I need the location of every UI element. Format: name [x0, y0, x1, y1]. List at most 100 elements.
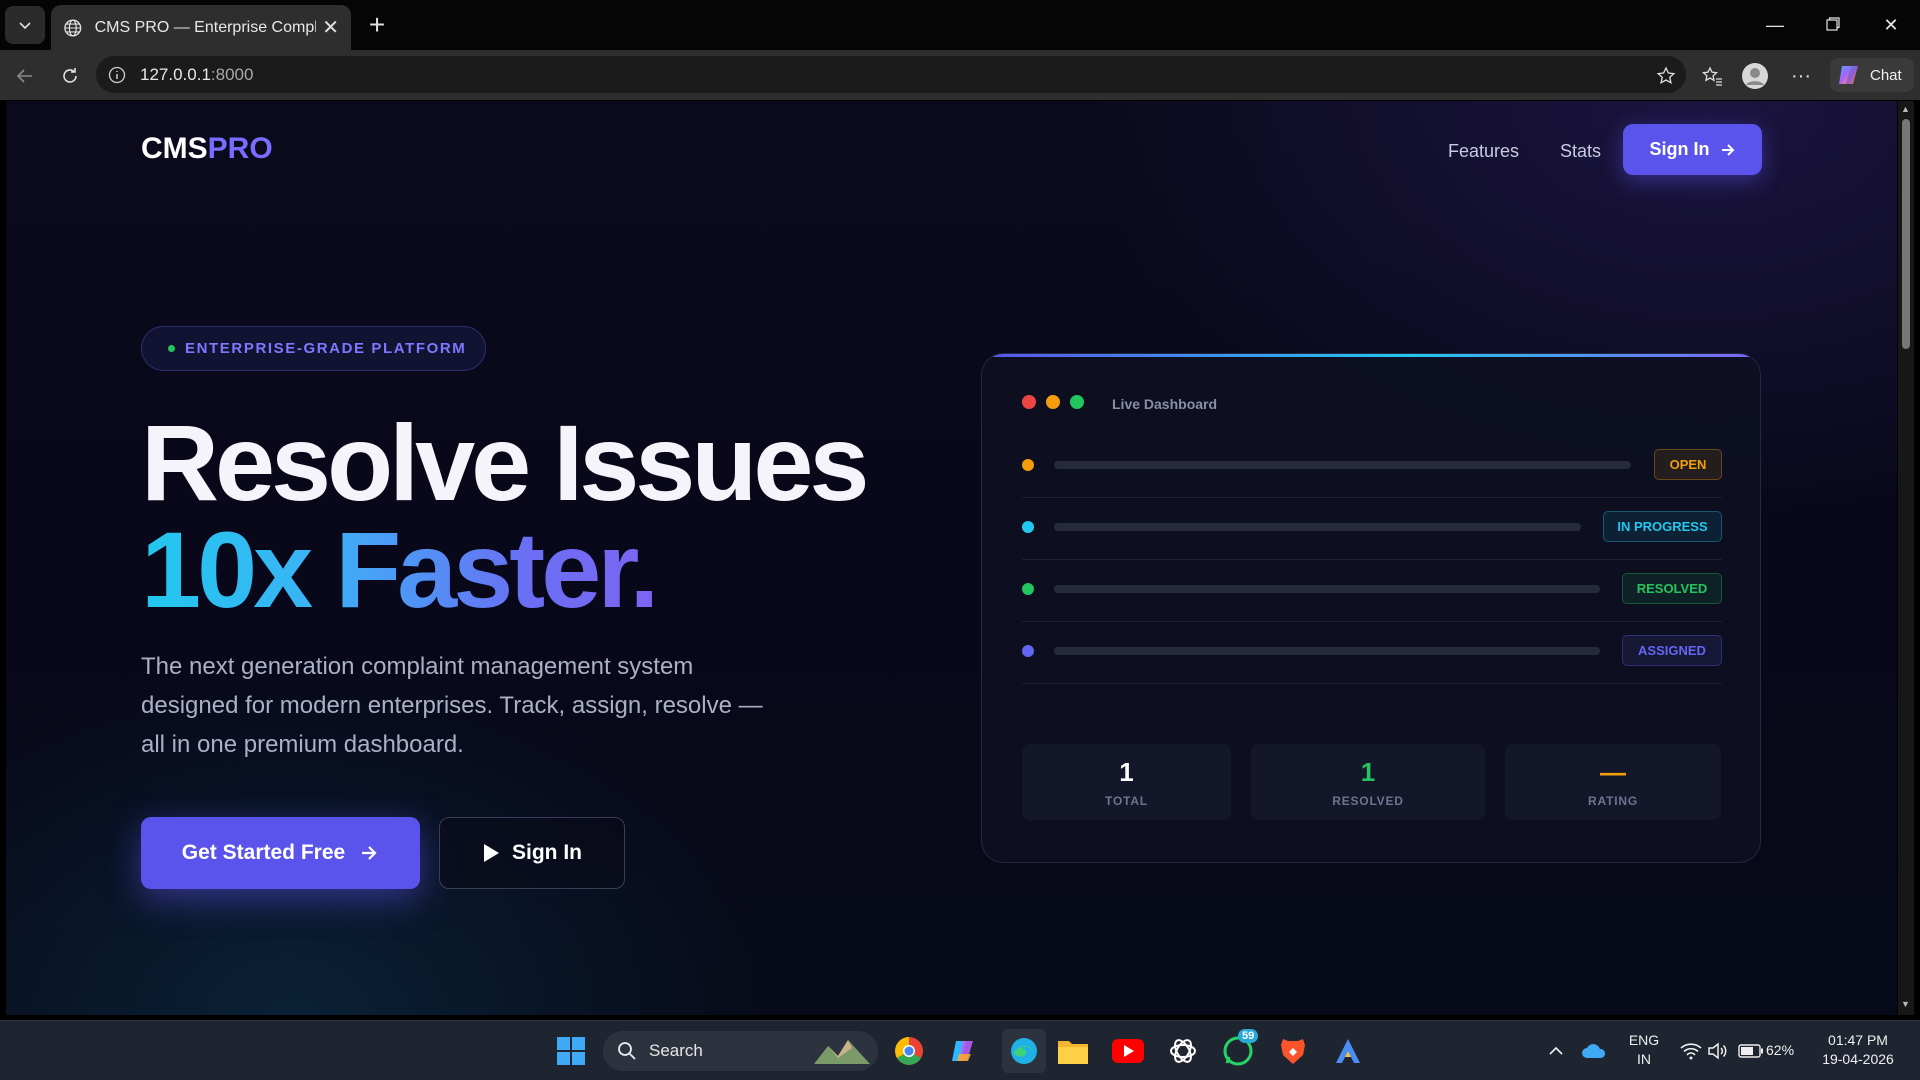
whatsapp-icon[interactable]: 59	[1222, 1029, 1259, 1067]
url-text: 127.0.0.1:8000	[140, 65, 253, 85]
clock-time: 01:47 PM	[1828, 1032, 1888, 1048]
favorites-icon[interactable]	[1697, 61, 1727, 91]
taskbar-search[interactable]: Search	[603, 1031, 878, 1071]
placeholder-bar	[1054, 585, 1600, 593]
badge-text: ENTERPRISE-GRADE PLATFORM	[185, 340, 467, 357]
cmspro-logo[interactable]: CMSPRO	[141, 132, 273, 166]
hero-description: The next generation complaint management…	[141, 653, 763, 758]
stat-card-total: 1 TOTAL	[1022, 744, 1231, 820]
youtube-icon[interactable]	[1112, 1035, 1144, 1067]
status-dot	[1022, 521, 1034, 533]
scroll-up-icon[interactable]: ▲	[1901, 104, 1910, 114]
status-row: RESOLVED	[1022, 560, 1722, 622]
volume-icon[interactable]	[1702, 1035, 1734, 1067]
refresh-icon[interactable]	[55, 61, 85, 91]
chevron-up-icon[interactable]	[1540, 1035, 1572, 1067]
minimize-icon[interactable]: —	[1755, 10, 1795, 40]
stat-value: 1	[1360, 756, 1376, 787]
hero-headline-line2: 10x Faster.	[141, 512, 659, 635]
card-accent-line	[982, 354, 1760, 357]
file-explorer-icon[interactable]	[1057, 1035, 1089, 1067]
window-dots	[1022, 395, 1084, 409]
status-dot	[1022, 645, 1034, 657]
chatgpt-icon[interactable]	[1167, 1035, 1199, 1067]
status-tag: RESOLVED	[1622, 573, 1722, 604]
green-dot	[1070, 395, 1084, 409]
close-window-icon[interactable]: ✕	[1871, 10, 1911, 40]
battery-percent: 62%	[1766, 1042, 1795, 1058]
windows-start-icon[interactable]	[555, 1035, 587, 1067]
app-launcher-icon[interactable]	[1332, 1035, 1364, 1067]
arrow-right-icon	[362, 846, 377, 860]
browser-tab-bar: CMS PRO — Enterprise Complaint ✕ + — ✕	[0, 0, 1920, 50]
clock[interactable]: 01:47 PM 19-04-2026	[1812, 1031, 1904, 1069]
address-bar-row: 127.0.0.1:8000 ··· Chat	[0, 50, 1920, 100]
hero-signin-label: Sign In	[512, 841, 582, 864]
logo-main: CMS	[141, 132, 208, 165]
dashboard-title: Live Dashboard	[1112, 396, 1218, 412]
placeholder-bar	[1054, 647, 1600, 655]
hero-headline-line1: Resolve Issues	[141, 402, 869, 523]
lang-code: ENG	[1628, 1032, 1660, 1048]
brave-icon[interactable]	[1277, 1035, 1309, 1067]
status-row: ASSIGNED	[1022, 622, 1722, 684]
stat-label: RESOLVED	[1332, 793, 1404, 808]
placeholder-bar	[1054, 461, 1631, 469]
status-dot	[168, 345, 175, 352]
stat-label: RATING	[1588, 793, 1638, 808]
stat-value: —	[1600, 756, 1626, 787]
onedrive-cloud-icon[interactable]	[1578, 1035, 1610, 1067]
red-dot	[1022, 395, 1036, 409]
back-icon[interactable]	[10, 61, 40, 91]
stat-value: 1	[1119, 756, 1134, 787]
url-host: 127.0.0.1	[140, 64, 211, 84]
tab-title: CMS PRO — Enterprise Complaint	[94, 18, 317, 36]
search-highlight-icon	[814, 1040, 870, 1064]
amber-dot	[1046, 395, 1060, 409]
status-row: IN PROGRESS	[1022, 498, 1722, 560]
region-code: IN	[1637, 1051, 1651, 1067]
page-scrollbar[interactable]: ▲ ▼	[1898, 101, 1914, 1015]
tab-list-button[interactable]	[5, 6, 45, 44]
logo-accent: PRO	[207, 132, 273, 165]
status-tag: IN PROGRESS	[1603, 511, 1722, 542]
get-started-label: Get Started Free	[181, 841, 346, 864]
profile-avatar-icon[interactable]	[1740, 61, 1770, 91]
url-field[interactable]: 127.0.0.1:8000	[96, 56, 1686, 93]
nav-stats-link[interactable]: Stats	[1560, 141, 1601, 162]
new-tab-button[interactable]: +	[362, 10, 392, 40]
nav-features-link[interactable]: Features	[1448, 141, 1519, 162]
chat-label: Chat	[1870, 66, 1902, 84]
tab-close-icon[interactable]: ✕	[322, 15, 339, 40]
browser-tab-active[interactable]: CMS PRO — Enterprise Complaint ✕	[51, 5, 351, 50]
language-indicator[interactable]: ENG IN	[1626, 1031, 1662, 1069]
chrome-icon[interactable]	[893, 1035, 925, 1067]
copilot-chat-button[interactable]: Chat	[1830, 58, 1914, 92]
status-tag: ASSIGNED	[1622, 635, 1722, 666]
hero-signin-button[interactable]: Sign In	[439, 817, 625, 889]
placeholder-bar	[1054, 523, 1581, 531]
copilot-app-icon[interactable]	[948, 1035, 980, 1067]
more-menu-icon[interactable]: ···	[1786, 61, 1816, 91]
copilot-icon	[1839, 66, 1858, 84]
edge-icon[interactable]	[1002, 1029, 1046, 1073]
chevron-down-icon	[19, 22, 31, 30]
url-port: :8000	[210, 64, 254, 84]
status-dot	[1022, 459, 1034, 471]
status-row: OPEN	[1022, 436, 1722, 498]
info-icon[interactable]	[108, 66, 126, 84]
restore-icon[interactable]	[1813, 10, 1853, 40]
globe-icon	[64, 18, 82, 37]
favorite-star-icon[interactable]	[1651, 61, 1681, 91]
stat-label: TOTAL	[1105, 793, 1148, 808]
scroll-down-icon[interactable]: ▼	[1901, 999, 1910, 1009]
get-started-button[interactable]: Get Started Free	[141, 817, 420, 889]
battery-icon[interactable]	[1735, 1035, 1767, 1067]
page-viewport: CMSPRO Features Stats Sign In ENTERPRISE…	[6, 101, 1897, 1015]
search-label: Search	[649, 1041, 703, 1060]
status-tag: OPEN	[1654, 449, 1722, 480]
notification-badge: 59	[1238, 1029, 1259, 1043]
nav-signin-button[interactable]: Sign In	[1623, 124, 1762, 175]
scroll-thumb[interactable]	[1902, 119, 1910, 349]
stat-card-resolved: 1 RESOLVED	[1251, 744, 1485, 820]
